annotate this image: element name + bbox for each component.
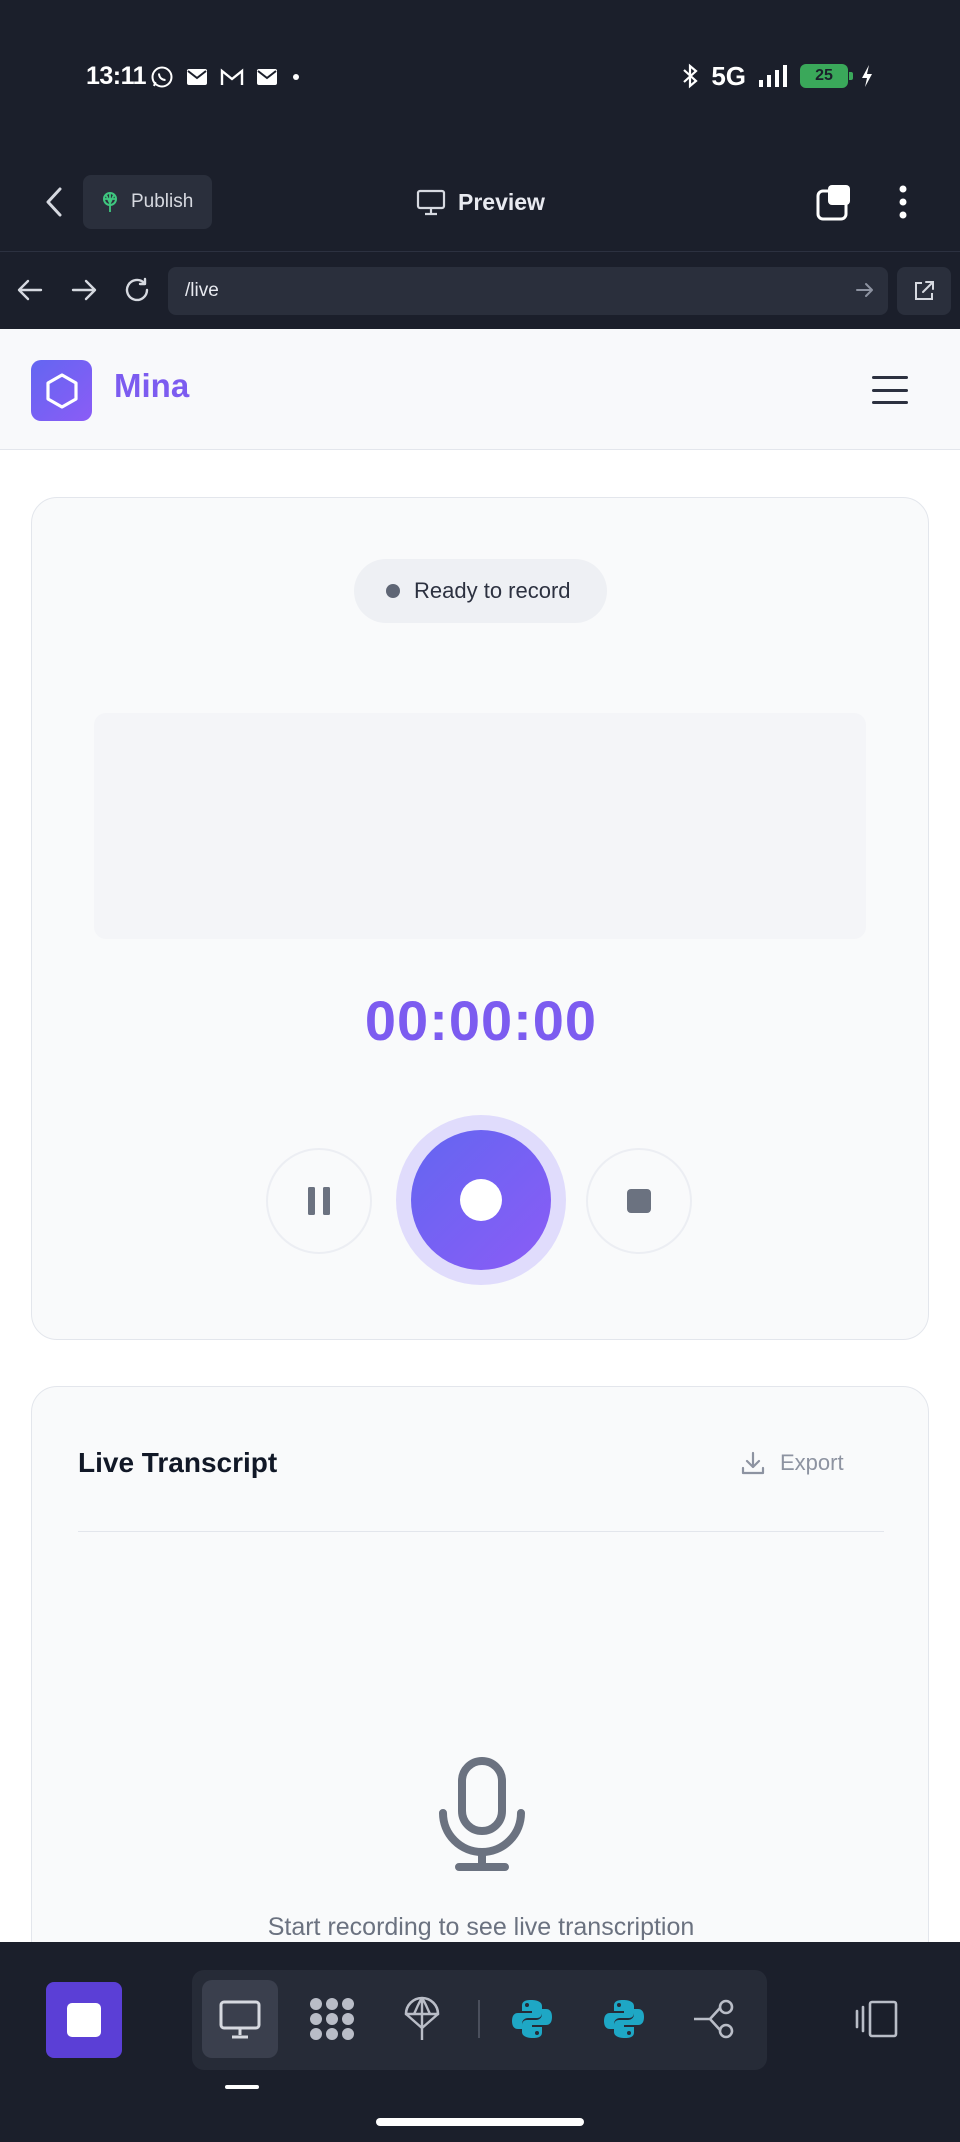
python-icon	[512, 2000, 552, 2038]
status-bar: 13:11 5G 25	[0, 0, 960, 150]
browser-back-button[interactable]	[12, 272, 48, 308]
active-tab-indicator	[225, 2085, 259, 2089]
recording-timer: 00:00:00	[364, 989, 598, 1052]
export-label: Export	[780, 1450, 844, 1475]
stop-app-button[interactable]	[46, 1982, 122, 2058]
app-logo[interactable]	[31, 360, 92, 421]
status-time: 13:11	[86, 62, 147, 90]
editor-toolbar: Publish Preview	[0, 150, 960, 252]
hexagon-icon	[45, 372, 78, 409]
back-button[interactable]	[36, 182, 72, 222]
stop-icon	[627, 1189, 651, 1213]
brand-name[interactable]: Mina	[114, 367, 189, 405]
arrow-right-icon	[71, 279, 97, 301]
home-indicator[interactable]	[376, 2118, 584, 2126]
mail-icon	[187, 69, 207, 85]
deploy-icon	[404, 1996, 440, 2040]
bottom-dock	[0, 1942, 960, 2142]
record-button-ring	[396, 1115, 566, 1285]
record-button[interactable]	[411, 1130, 551, 1270]
menu-line	[872, 388, 908, 392]
pause-icon	[308, 1187, 330, 1215]
preview-toggle[interactable]: Preview	[416, 180, 545, 224]
split-view-button[interactable]	[852, 1998, 902, 2040]
preview-label: Preview	[458, 188, 545, 215]
grid-icon	[310, 1998, 354, 2040]
share-nodes-icon	[694, 1999, 734, 2039]
export-button[interactable]: Export	[740, 1443, 844, 1483]
recorder-card: Ready to record 00:00:00	[31, 497, 929, 1340]
transcript-title: Live Transcript	[78, 1447, 278, 1478]
charging-icon	[862, 65, 872, 87]
pause-button[interactable]	[266, 1148, 372, 1254]
stop-button[interactable]	[586, 1148, 692, 1254]
dock-preview-tab[interactable]	[202, 1980, 278, 2058]
tabs-icon	[816, 185, 850, 221]
reload-icon	[125, 277, 149, 302]
hamburger-menu-button[interactable]	[872, 372, 908, 408]
monitor-icon	[219, 2000, 261, 2039]
url-bar: /live	[0, 252, 960, 329]
publish-label: Publish	[131, 191, 194, 212]
status-dot	[386, 584, 400, 598]
tabs-button[interactable]	[812, 180, 856, 224]
dock-deploy-tab[interactable]	[384, 1980, 460, 2058]
external-link-icon	[915, 281, 934, 300]
url-input[interactable]: /live	[168, 267, 888, 315]
system-status: 5G 25	[681, 60, 874, 92]
record-dot-icon	[460, 1179, 502, 1221]
dock-tools	[192, 1970, 767, 2070]
battery-icon: 25	[800, 64, 853, 88]
web-preview: Mina Ready to record 00:00:00 Live Trans…	[0, 329, 960, 1942]
python-icon	[604, 2000, 644, 2038]
more-menu-button[interactable]	[886, 180, 920, 224]
dock-workflow-tab[interactable]	[676, 1980, 752, 2058]
notification-icons	[150, 62, 302, 92]
browser-forward-button[interactable]	[66, 272, 102, 308]
split-panel-icon	[855, 2000, 898, 2038]
transcript-card: Live Transcript Export Start recording t…	[31, 1386, 929, 1942]
menu-line	[872, 401, 908, 404]
arrow-left-icon	[17, 279, 43, 301]
gmail-icon	[220, 68, 244, 85]
waveform-area	[94, 713, 866, 939]
status-text: Ready to record	[414, 578, 571, 603]
whatsapp-icon	[151, 66, 173, 88]
divider	[78, 1531, 884, 1532]
dock-grid-tab[interactable]	[294, 1980, 370, 2058]
deploy-icon	[103, 192, 117, 212]
monitor-icon	[416, 189, 446, 216]
open-external-button[interactable]	[897, 267, 951, 315]
publish-button[interactable]: Publish	[83, 175, 212, 229]
app-header: Mina	[0, 329, 960, 450]
download-icon	[741, 1451, 765, 1475]
dock-python-tab-2[interactable]	[586, 1980, 662, 2058]
go-arrow-icon[interactable]	[854, 279, 876, 301]
dock-python-tab-1[interactable]	[494, 1980, 570, 2058]
network-type: 5G	[711, 60, 746, 91]
dot-icon	[293, 74, 299, 80]
microphone-icon	[439, 1757, 525, 1871]
mail-icon	[257, 69, 277, 85]
kebab-icon	[899, 185, 907, 219]
bluetooth-icon	[683, 63, 698, 89]
chevron-left-icon	[46, 187, 62, 217]
url-text: /live	[185, 280, 219, 301]
stop-square-icon	[67, 2003, 101, 2037]
signal-icon	[759, 65, 787, 87]
menu-line	[872, 376, 908, 379]
status-badge: Ready to record	[354, 559, 607, 623]
empty-state-message: Start recording to see live transcriptio…	[267, 1913, 695, 1941]
reload-button[interactable]	[119, 272, 155, 308]
dock-separator	[478, 2000, 480, 2038]
